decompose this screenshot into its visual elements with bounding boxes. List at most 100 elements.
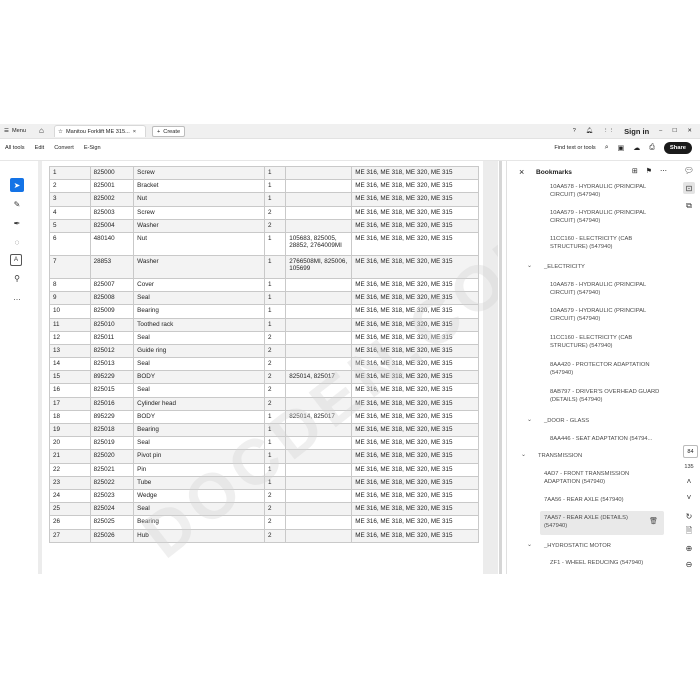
- table-cell-idx: 15: [49, 370, 91, 385]
- help-icon[interactable]: ?: [573, 128, 576, 134]
- current-page-box[interactable]: 84: [683, 445, 698, 458]
- bookmark-icon[interactable]: ⚑: [646, 167, 652, 175]
- stamp-icon[interactable]: ⚲: [10, 271, 24, 285]
- table-cell-code: 825022: [89, 475, 135, 490]
- table-cell-name: Bearing: [133, 515, 265, 530]
- save-icon[interactable]: ▣: [618, 144, 625, 152]
- bookmark-item[interactable]: _HYDROSTATIC MOTOR: [544, 542, 673, 550]
- chevron-down-icon[interactable]: ⌄: [521, 451, 526, 458]
- bookmark-item[interactable]: 7AA57 - REAR AXLE (DETAILS) (547940) 🗑︎: [540, 511, 664, 535]
- select-cursor-icon[interactable]: ➤: [10, 178, 24, 192]
- table-cell-idx: 23: [49, 475, 91, 490]
- bookmark-item[interactable]: 10AA578 - HYDRAULIC (PRINCIPAL CIRCUIT) …: [550, 183, 673, 199]
- table-row: 19 825018 Bearing 1 ME 316, ME 318, ME 320, …: [49, 422, 479, 438]
- bookmark-item[interactable]: TRANSMISSION: [538, 452, 673, 460]
- draw-pen-icon[interactable]: ✒: [10, 216, 24, 230]
- bookmark-item[interactable]: 4AD7 - FRONT TRANSMISSION ADAPTATION (54…: [544, 470, 673, 486]
- menu-button[interactable]: ☰ Menu: [4, 126, 26, 136]
- apps-icon[interactable]: ⋮⋮: [603, 128, 614, 134]
- chat-icon[interactable]: 💬︎: [683, 164, 695, 176]
- table-cell-name: Nut: [133, 192, 265, 207]
- table-cell-name: Seal: [133, 291, 265, 306]
- table-cell-idx: 20: [49, 436, 91, 451]
- toolbar-convert[interactable]: Convert: [54, 145, 74, 151]
- close-icon[interactable]: ×: [519, 167, 524, 177]
- home-icon[interactable]: ⌂: [39, 126, 44, 135]
- more-options-icon[interactable]: ⋯: [660, 167, 667, 175]
- sign-in-button[interactable]: Sign in: [624, 127, 649, 136]
- create-button[interactable]: + Create: [152, 126, 186, 137]
- table-cell-qty: 2: [263, 383, 287, 398]
- search-icon[interactable]: ⌕: [605, 144, 609, 152]
- bookmark-item[interactable]: 7AA56 - REAR AXLE (547940): [544, 496, 673, 504]
- table-cell-code: 825025: [89, 515, 135, 530]
- table-cell-name: Seal: [133, 383, 265, 398]
- table-cell-models: ME 316, ME 318, ME 320, ME 315: [351, 528, 479, 543]
- table-cell-ref: 825014, 825017: [285, 370, 353, 385]
- chevron-down-icon[interactable]: ⌄: [527, 262, 532, 269]
- page-extract-icon[interactable]: 🗎︎: [683, 526, 695, 538]
- toolbar-all-tools[interactable]: All tools: [5, 145, 25, 151]
- bookmark-item[interactable]: _ELECTRICITY: [544, 263, 673, 271]
- table-cell-models: ME 316, ME 318, ME 320, ME 315: [351, 449, 479, 464]
- notifications-icon[interactable]: 🔔︎: [586, 128, 593, 134]
- close-window-icon[interactable]: ✕: [687, 128, 692, 134]
- maximize-icon[interactable]: ☐: [672, 128, 677, 134]
- document-scrollbar[interactable]: [499, 161, 502, 574]
- table-cell-code: 825026: [89, 528, 135, 543]
- bookmark-item[interactable]: 10AA579 - HYDRAULIC (PRINCIPAL CIRCUIT) …: [550, 307, 673, 323]
- bookmarks-panel: × Bookmarks ⊞ ⚑ ⋯ 10AA578 - HYDRAULIC (P…: [506, 161, 673, 574]
- bookmark-item[interactable]: ZF1 - WHEEL REDUCING (547940): [550, 559, 673, 567]
- zoom-in-icon[interactable]: ⊕: [683, 542, 695, 554]
- close-tab-icon[interactable]: ×: [133, 129, 136, 135]
- document-viewport[interactable]: 1 825000 Screw 1 ME 316, ME 318, ME 320, ME …: [38, 161, 498, 574]
- minimize-icon[interactable]: –: [659, 128, 662, 134]
- chevron-up-icon[interactable]: ˄: [683, 475, 695, 487]
- chevron-down-icon[interactable]: ˅: [683, 491, 695, 503]
- table-cell-code: 895229: [89, 409, 135, 425]
- table-row: 23 825022 Tube 1 ME 316, ME 318, ME 320, ME …: [49, 475, 479, 490]
- bookmark-item[interactable]: 11CC160 - ELECTRICITY (CAB STRUCTURE) (5…: [550, 334, 673, 350]
- hamburger-icon: ☰: [4, 128, 10, 134]
- table-cell-idx: 9: [49, 291, 91, 306]
- toolbar-edit[interactable]: Edit: [35, 145, 45, 151]
- more-tools-icon[interactable]: …: [10, 290, 24, 304]
- bookmark-item[interactable]: 8AA420 - PROTECTOR ADAPTATION (547940): [550, 361, 673, 377]
- rotate-icon[interactable]: ↻: [683, 510, 695, 522]
- bookmark-item[interactable]: 8AB797 - DRIVER'S OVERHEAD GUARD (DETAIL…: [550, 388, 673, 404]
- bookmark-label: _DOOR - GLASS: [544, 418, 590, 424]
- pages-icon[interactable]: ⧉: [683, 200, 695, 212]
- bookmark-item[interactable]: 10AA579 - HYDRAULIC (PRINCIPAL CIRCUIT) …: [550, 209, 673, 225]
- tool-rail: ➤ ✎ ✒ ◌ A ⚲ …: [10, 178, 30, 309]
- zoom-out-icon[interactable]: ⊖: [683, 558, 695, 570]
- document-tab[interactable]: ☆ Manitou Forklift ME 315... ×: [54, 125, 146, 137]
- toolbar-actions: Find text or tools ⌕ ▣ ☁ ⎙ Share: [554, 142, 692, 154]
- share-button[interactable]: Share: [663, 142, 692, 154]
- bookmark-item[interactable]: _DOOR - GLASS: [544, 417, 673, 425]
- table-cell-models: ME 316, ME 318, ME 320, ME 315: [351, 436, 479, 451]
- upload-cloud-icon[interactable]: ☁: [633, 144, 640, 152]
- table-cell-qty: 1: [263, 409, 287, 425]
- table-cell-qty: 1: [263, 192, 287, 207]
- find-text-label[interactable]: Find text or tools: [554, 145, 595, 151]
- bookmark-item[interactable]: 8AA446 - SEAT ADAPTATION (54794...: [550, 435, 673, 443]
- toolbar-esign[interactable]: E-Sign: [84, 145, 101, 151]
- window-controls: ? 🔔︎ ⋮⋮ Sign in – ☐ ✕: [573, 125, 692, 137]
- star-icon[interactable]: ☆: [58, 129, 63, 135]
- table-row: 6 480140 Nut 1 105683, 825005, 28852, 276400…: [49, 231, 479, 256]
- table-cell-code: 825016: [89, 396, 135, 411]
- table-cell-code: 825009: [89, 304, 135, 319]
- chevron-down-icon[interactable]: ⌄: [527, 416, 532, 423]
- delete-icon[interactable]: 🗑︎: [649, 518, 658, 526]
- text-select-icon[interactable]: A: [10, 254, 22, 266]
- table-row: 14 825013 Seal 2 ME 316, ME 318, ME 320, ME …: [49, 357, 479, 372]
- table-row: 2 825001 Bracket 1 ME 316, ME 318, ME 320, M…: [49, 179, 479, 194]
- print-icon[interactable]: ⎙: [649, 144, 655, 152]
- bookmarks-panel-icon[interactable]: ⊡: [683, 182, 695, 194]
- bookmark-item[interactable]: 10AA578 - HYDRAULIC (PRINCIPAL CIRCUIT) …: [550, 281, 673, 297]
- comment-icon[interactable]: ✎: [10, 197, 24, 211]
- bookmark-item[interactable]: 11CC160 - ELECTRICITY (CAB STRUCTURE) (5…: [550, 235, 673, 251]
- chevron-down-icon[interactable]: ⌄: [527, 541, 532, 548]
- add-bookmark-icon[interactable]: ⊞: [632, 167, 638, 175]
- lasso-icon[interactable]: ◌: [10, 235, 24, 249]
